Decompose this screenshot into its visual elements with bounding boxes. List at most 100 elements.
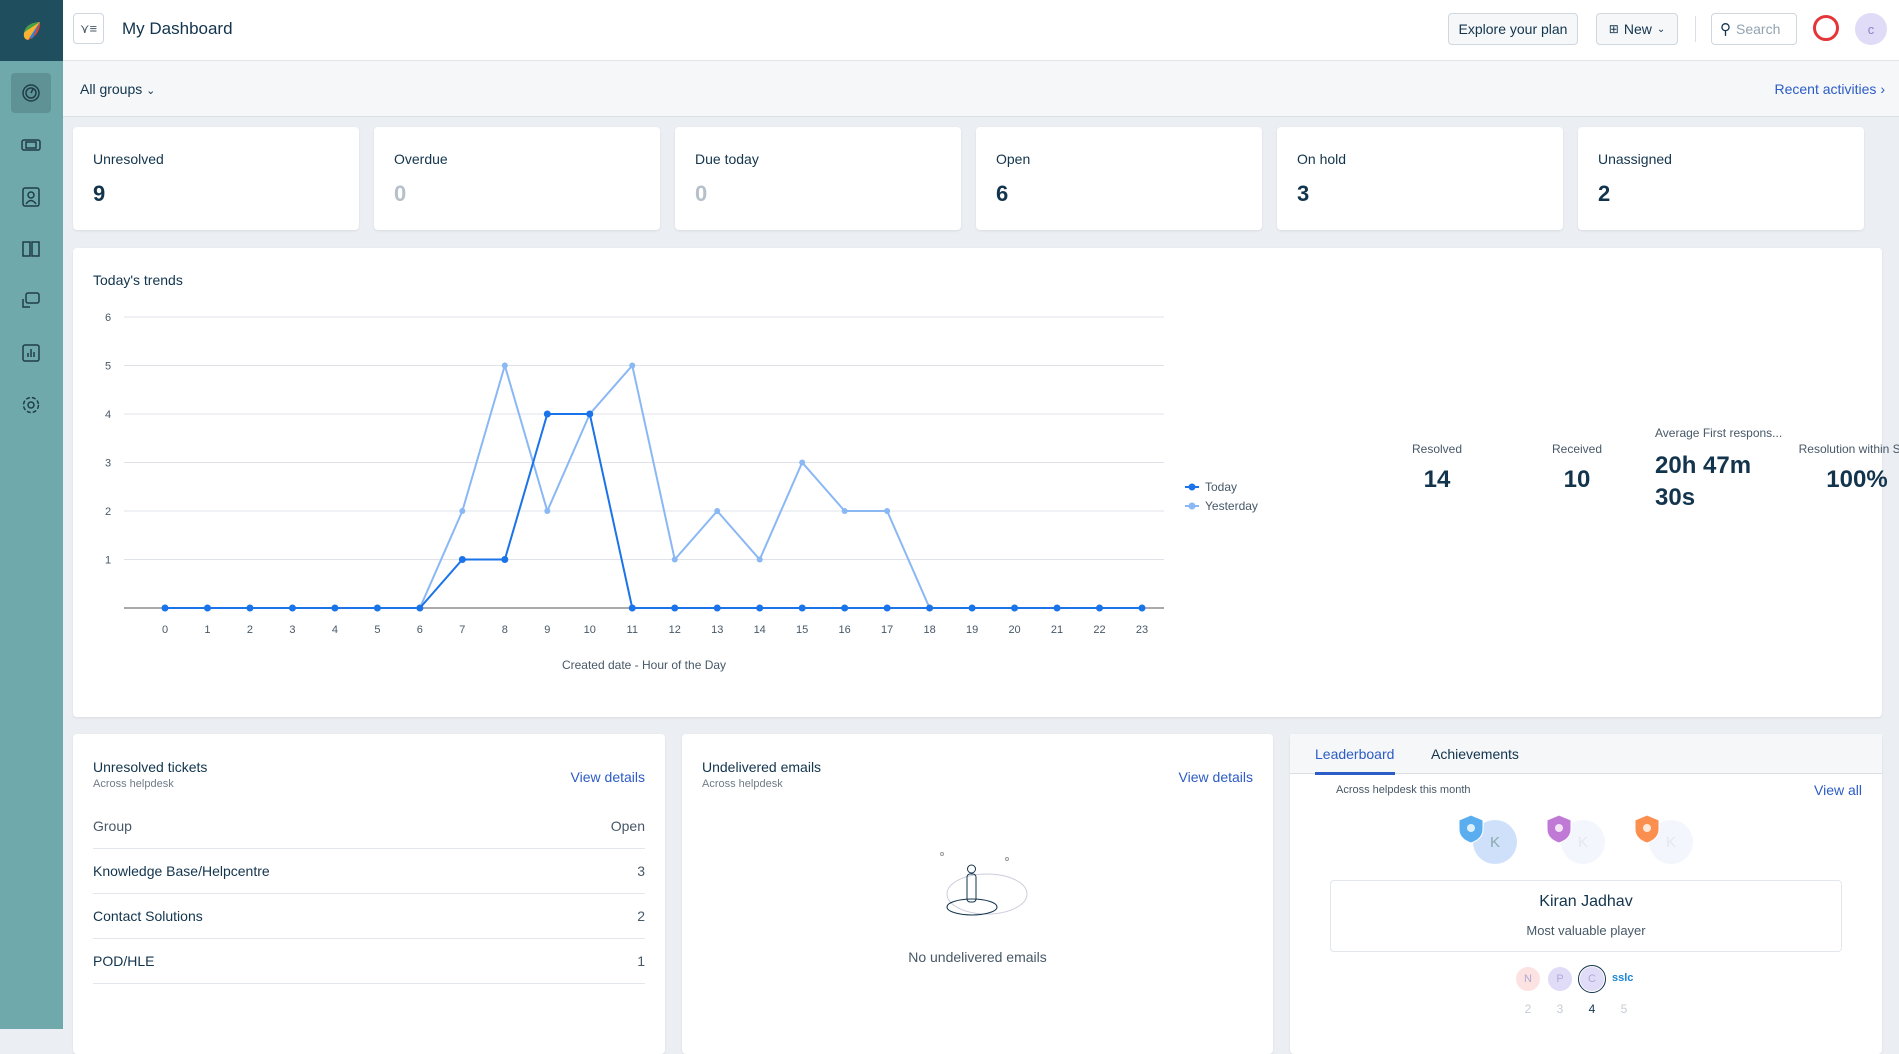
table-row[interactable]: Knowledge Base/Helpcentre 3: [93, 849, 645, 894]
undelivered-emails-card: Undelivered emails Across helpdesk View …: [682, 734, 1273, 1054]
metric-value: 14: [1423, 466, 1451, 493]
tab-leaderboard[interactable]: Leaderboard: [1315, 746, 1395, 775]
data-point-today[interactable]: [416, 604, 424, 612]
stat-card-unassigned[interactable]: Unassigned 2: [1578, 127, 1864, 230]
stat-card-open[interactable]: Open 6: [976, 127, 1262, 230]
notification-icon[interactable]: [1813, 15, 1839, 41]
y-tick-label: 4: [105, 409, 111, 421]
data-point-yesterday[interactable]: [501, 362, 508, 369]
rank-logo[interactable]: sslc: [1612, 972, 1633, 984]
view-details-link[interactable]: View details: [571, 769, 645, 785]
x-tick-label: 8: [502, 624, 508, 636]
data-point-today[interactable]: [288, 604, 296, 612]
data-point-today[interactable]: [756, 604, 764, 612]
x-tick-label: 18: [923, 624, 935, 636]
data-point-today[interactable]: [458, 556, 466, 563]
nav-dashboard[interactable]: [11, 73, 51, 113]
data-point-yesterday[interactable]: [714, 508, 721, 514]
y-tick-label: 3: [105, 458, 111, 470]
card-subtitle: Across helpdesk: [702, 778, 783, 790]
x-tick-label: 6: [417, 624, 423, 636]
group-name: POD/HLE: [93, 953, 155, 969]
data-point-yesterday[interactable]: [841, 508, 848, 514]
data-point-today[interactable]: [543, 410, 551, 418]
data-point-today[interactable]: [1138, 604, 1146, 612]
data-point-today[interactable]: [161, 604, 169, 612]
x-tick-label: 14: [754, 624, 766, 636]
table-row[interactable]: POD/HLE 1: [93, 939, 645, 984]
trends-chart: 1234560 1 2 3 4 5 6 7 8 9 10 11 12 13 14 15 16 17 18 19 20 21…: [105, 312, 1258, 672]
nav-contacts[interactable]: [11, 177, 51, 217]
stat-card-overdue[interactable]: Overdue 0: [374, 127, 660, 230]
app-logo[interactable]: [0, 0, 63, 61]
page-title: My Dashboard: [122, 19, 233, 38]
x-tick-label: 0: [162, 624, 168, 636]
rank-avatar[interactable]: N: [1516, 967, 1540, 991]
data-point-today[interactable]: [1011, 604, 1019, 612]
data-point-today[interactable]: [1053, 604, 1061, 612]
nav-admin[interactable]: [11, 385, 51, 425]
data-point-today[interactable]: [798, 604, 806, 612]
filter-toggle-button[interactable]: ⋎≡: [73, 13, 104, 44]
card-subtitle: Across helpdesk: [93, 778, 174, 790]
data-point-today[interactable]: [883, 604, 891, 612]
nav-tickets[interactable]: [11, 125, 51, 165]
view-details-link[interactable]: View details: [1179, 769, 1253, 785]
recent-activities-link[interactable]: Recent activities ›: [1775, 81, 1886, 97]
data-point-today[interactable]: [246, 604, 254, 612]
metric-value: 10: [1563, 466, 1591, 493]
data-point-today[interactable]: [586, 410, 594, 418]
explore-plan-button[interactable]: Explore your plan: [1448, 13, 1578, 45]
data-point-yesterday[interactable]: [799, 459, 806, 466]
data-point-today[interactable]: [926, 604, 934, 612]
filter-icon: ⋎≡: [79, 20, 98, 36]
data-point-yesterday[interactable]: [671, 556, 678, 563]
new-button[interactable]: ⊞ New ⌄: [1596, 13, 1678, 45]
nav-analytics[interactable]: [11, 333, 51, 373]
data-point-yesterday[interactable]: [544, 508, 551, 514]
data-point-yesterday[interactable]: [459, 508, 466, 514]
contact-icon: [22, 187, 40, 207]
metric-label: Resolution within SLA: [1798, 442, 1899, 456]
legend-label[interactable]: Yesterday: [1205, 499, 1258, 513]
nav-solutions[interactable]: [11, 229, 51, 269]
table-row[interactable]: Contact Solutions 2: [93, 894, 645, 939]
stat-card-on-hold[interactable]: On hold 3: [1277, 127, 1563, 230]
data-point-yesterday[interactable]: [884, 508, 891, 514]
user-avatar[interactable]: c: [1855, 13, 1887, 45]
data-point-today[interactable]: [841, 604, 849, 612]
all-groups-dropdown[interactable]: All groups ⌄: [80, 81, 155, 97]
data-point-today[interactable]: [331, 604, 339, 612]
stat-label: Due today: [695, 151, 759, 167]
nav-conversations[interactable]: [11, 281, 51, 321]
x-tick-label: 10: [584, 624, 596, 636]
data-point-today[interactable]: [373, 604, 381, 612]
gear-icon: [22, 396, 40, 414]
rank-number: 2: [1524, 1002, 1532, 1016]
data-point-today[interactable]: [671, 604, 679, 612]
rank-number: 4: [1588, 1002, 1596, 1016]
data-point-today[interactable]: [203, 604, 211, 612]
data-point-today[interactable]: [713, 604, 721, 612]
search-input[interactable]: ⚲ Search: [1711, 13, 1797, 45]
x-tick-label: 20: [1008, 624, 1020, 636]
data-point-today[interactable]: [968, 604, 976, 612]
data-point-yesterday[interactable]: [629, 362, 636, 369]
rank-avatar[interactable]: P: [1548, 967, 1572, 991]
tab-achievements[interactable]: Achievements: [1431, 746, 1519, 762]
data-point-today[interactable]: [501, 556, 509, 563]
x-tick-label: 3: [289, 624, 295, 636]
data-point-today[interactable]: [1096, 604, 1104, 612]
data-point-yesterday[interactable]: [756, 556, 763, 563]
rank-avatar[interactable]: C: [1578, 965, 1606, 993]
legend-label[interactable]: Today: [1205, 480, 1237, 494]
data-point-today[interactable]: [628, 604, 636, 612]
col-group: Group: [93, 818, 132, 834]
stat-card-due-today[interactable]: Due today 0: [675, 127, 961, 230]
mvp-role: Most valuable player: [1526, 923, 1646, 938]
view-all-link[interactable]: View all: [1814, 782, 1862, 798]
stat-card-unresolved[interactable]: Unresolved 9: [73, 127, 359, 230]
x-tick-label: 22: [1093, 624, 1105, 636]
x-tick-label: 21: [1051, 624, 1063, 636]
target-badge-icon: [1546, 814, 1572, 844]
